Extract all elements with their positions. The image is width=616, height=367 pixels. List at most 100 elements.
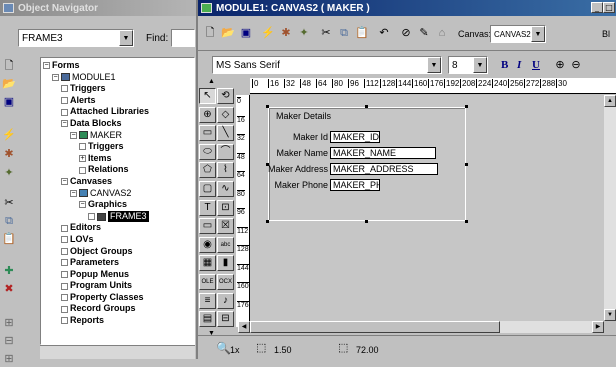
leaf-node-icon[interactable] <box>61 236 68 244</box>
new-icon[interactable]: 🗋 <box>202 25 218 41</box>
stacked-canvas-tool-icon[interactable]: ▤ <box>199 311 216 328</box>
selection-handle[interactable] <box>465 163 468 166</box>
open-icon[interactable]: 📂 <box>220 25 236 41</box>
run-icon[interactable]: ⚡ <box>1 127 17 143</box>
object-tree[interactable]: − Forms − MODULE1 Triggers Alerts Attached Lib… <box>40 57 195 345</box>
frame-tool-icon[interactable]: ⊡ <box>217 199 234 216</box>
text-item-field[interactable]: MAKER_ADDRESS <box>330 163 438 175</box>
button-tool-icon[interactable]: ▭ <box>199 218 216 235</box>
tree-node[interactable]: − Data Blocks <box>43 118 194 130</box>
ellipse-tool-icon[interactable]: ⬭ <box>199 143 216 160</box>
checkbox-tool-icon[interactable]: ☒ <box>217 218 234 235</box>
underline-button[interactable]: U <box>532 59 540 71</box>
leaf-node-icon[interactable] <box>79 166 86 174</box>
tree-node[interactable]: + Items <box>43 153 194 165</box>
leaf-node-icon[interactable] <box>61 224 68 232</box>
minimize-button[interactable]: _ <box>591 2 603 13</box>
tree-node[interactable]: Program Units <box>43 280 194 292</box>
scroll-down-button[interactable]: ▼ <box>604 309 616 321</box>
selection-handle[interactable] <box>365 220 368 223</box>
canvas-vertical-scrollbar[interactable]: ▲ ▼ <box>604 95 616 321</box>
cut-icon[interactable]: ✂ <box>1 195 17 211</box>
tree-node[interactable]: Triggers <box>43 141 194 153</box>
delete-icon[interactable]: ✖ <box>1 281 17 297</box>
tree-node[interactable]: Editors <box>43 222 194 234</box>
selection-handle[interactable] <box>266 220 269 223</box>
italic-button[interactable]: I <box>517 59 521 71</box>
leaf-node-icon[interactable] <box>61 270 68 278</box>
zoom-in-icon[interactable]: ⊕ <box>552 57 568 73</box>
leaf-node-icon[interactable] <box>61 259 68 267</box>
tree-node[interactable]: FRAME3 <box>43 210 194 223</box>
selection-handle[interactable] <box>365 105 368 108</box>
debug-icon[interactable]: ✱ <box>278 25 294 41</box>
collapse-node-icon[interactable]: − <box>61 120 68 128</box>
module-combo[interactable]: FRAME3 ▼ <box>18 29 134 47</box>
chevron-down-icon[interactable]: ▼ <box>473 57 487 73</box>
leaf-node-icon[interactable] <box>61 247 68 255</box>
tree-node[interactable]: − MODULE1 <box>43 72 194 84</box>
selection-handle[interactable] <box>465 105 468 108</box>
selection-handle[interactable] <box>266 105 269 108</box>
magnify-tool-icon[interactable]: ⊕ <box>199 106 216 123</box>
tree-node[interactable]: Reports <box>43 315 194 327</box>
pl-sql-editor-icon[interactable]: ✎ <box>416 25 432 41</box>
compile-icon[interactable]: ✦ <box>296 25 312 41</box>
tree-node[interactable]: − Forms <box>43 60 194 72</box>
navigator-titlebar[interactable]: Object Navigator <box>0 0 197 16</box>
text-item-field[interactable]: MAKER_ID <box>330 131 380 143</box>
text-item-field[interactable]: MAKER_PH <box>330 179 380 191</box>
tree-node[interactable]: − CANVAS2 <box>43 188 194 200</box>
tree-node[interactable]: LOVs <box>43 234 194 246</box>
chevron-down-icon[interactable]: ▼ <box>427 57 441 73</box>
expand-node-icon[interactable]: + <box>79 155 86 163</box>
leaf-node-icon[interactable] <box>88 213 95 221</box>
copy-icon[interactable]: ⧉ <box>1 213 17 229</box>
line-tool-icon[interactable]: ╲ <box>217 125 234 142</box>
layout-wizard-icon[interactable]: ⌂ <box>434 25 450 41</box>
tree-node[interactable]: − MAKER <box>43 130 194 142</box>
tree-node[interactable]: Object Groups <box>43 246 194 258</box>
rounded-rect-tool-icon[interactable]: ▢ <box>199 181 216 197</box>
chart-tool-icon[interactable]: ▮ <box>217 255 234 272</box>
leaf-node-icon[interactable] <box>61 294 68 302</box>
new-file-icon[interactable]: 🗋 <box>1 58 17 74</box>
maximize-button[interactable]: □ <box>603 2 615 13</box>
ole-tool-icon[interactable]: OLE <box>199 274 216 290</box>
font-size-combo[interactable]: 8 ▼ <box>448 56 488 74</box>
scroll-left-button[interactable]: ◀ <box>238 321 250 333</box>
tree-node[interactable]: Record Groups <box>43 303 194 315</box>
tree-node[interactable]: − Graphics <box>43 199 194 211</box>
tree-node[interactable]: Popup Menus <box>43 269 194 281</box>
debug-icon[interactable]: ✱ <box>1 146 17 162</box>
editor-titlebar[interactable]: MODULE1: CANVAS2 ( MAKER ) <box>198 0 616 16</box>
palette-scroll-up[interactable]: ▲ <box>208 78 215 85</box>
select-tool-icon[interactable]: ↖ <box>199 88 216 104</box>
layout-canvas[interactable]: Maker Details Maker Id MAKER_ID Maker Name… <box>250 95 616 321</box>
property-palette-icon[interactable]: ⊘ <box>398 25 414 41</box>
tree-node[interactable]: Parameters <box>43 257 194 269</box>
rectangle-tool-icon[interactable]: ▭ <box>199 125 216 142</box>
undo-icon[interactable]: ↶ <box>376 25 392 41</box>
expand-icon[interactable]: ⊞ <box>1 315 17 331</box>
collapse-icon[interactable]: ⊟ <box>1 333 17 349</box>
leaf-node-icon[interactable] <box>61 282 68 290</box>
leaf-node-icon[interactable] <box>61 317 68 325</box>
freehand-tool-icon[interactable]: ∿ <box>217 181 234 197</box>
run-form-icon[interactable]: ⚡ <box>260 25 276 41</box>
tree-node[interactable]: Triggers <box>43 83 194 95</box>
tree-node[interactable]: Relations <box>43 164 194 176</box>
leaf-node-icon[interactable] <box>61 97 68 105</box>
scroll-up-button[interactable]: ▲ <box>604 95 616 107</box>
tree-node[interactable]: Alerts <box>43 95 194 107</box>
collapse-node-icon[interactable]: − <box>79 201 86 209</box>
leaf-node-icon[interactable] <box>61 85 68 93</box>
font-name-combo[interactable]: MS Sans Serif ▼ <box>212 56 442 74</box>
save-icon[interactable]: ▣ <box>1 94 17 110</box>
copy-icon[interactable]: ⧉ <box>336 25 352 41</box>
arc-tool-icon[interactable]: ⌒ <box>217 143 234 160</box>
tab-canvas-tool-icon[interactable]: ⊟ <box>217 311 234 328</box>
chevron-down-icon[interactable]: ▼ <box>119 30 133 46</box>
chevron-down-icon[interactable]: ▼ <box>531 26 545 42</box>
polyline-tool-icon[interactable]: ⌇ <box>217 162 234 179</box>
